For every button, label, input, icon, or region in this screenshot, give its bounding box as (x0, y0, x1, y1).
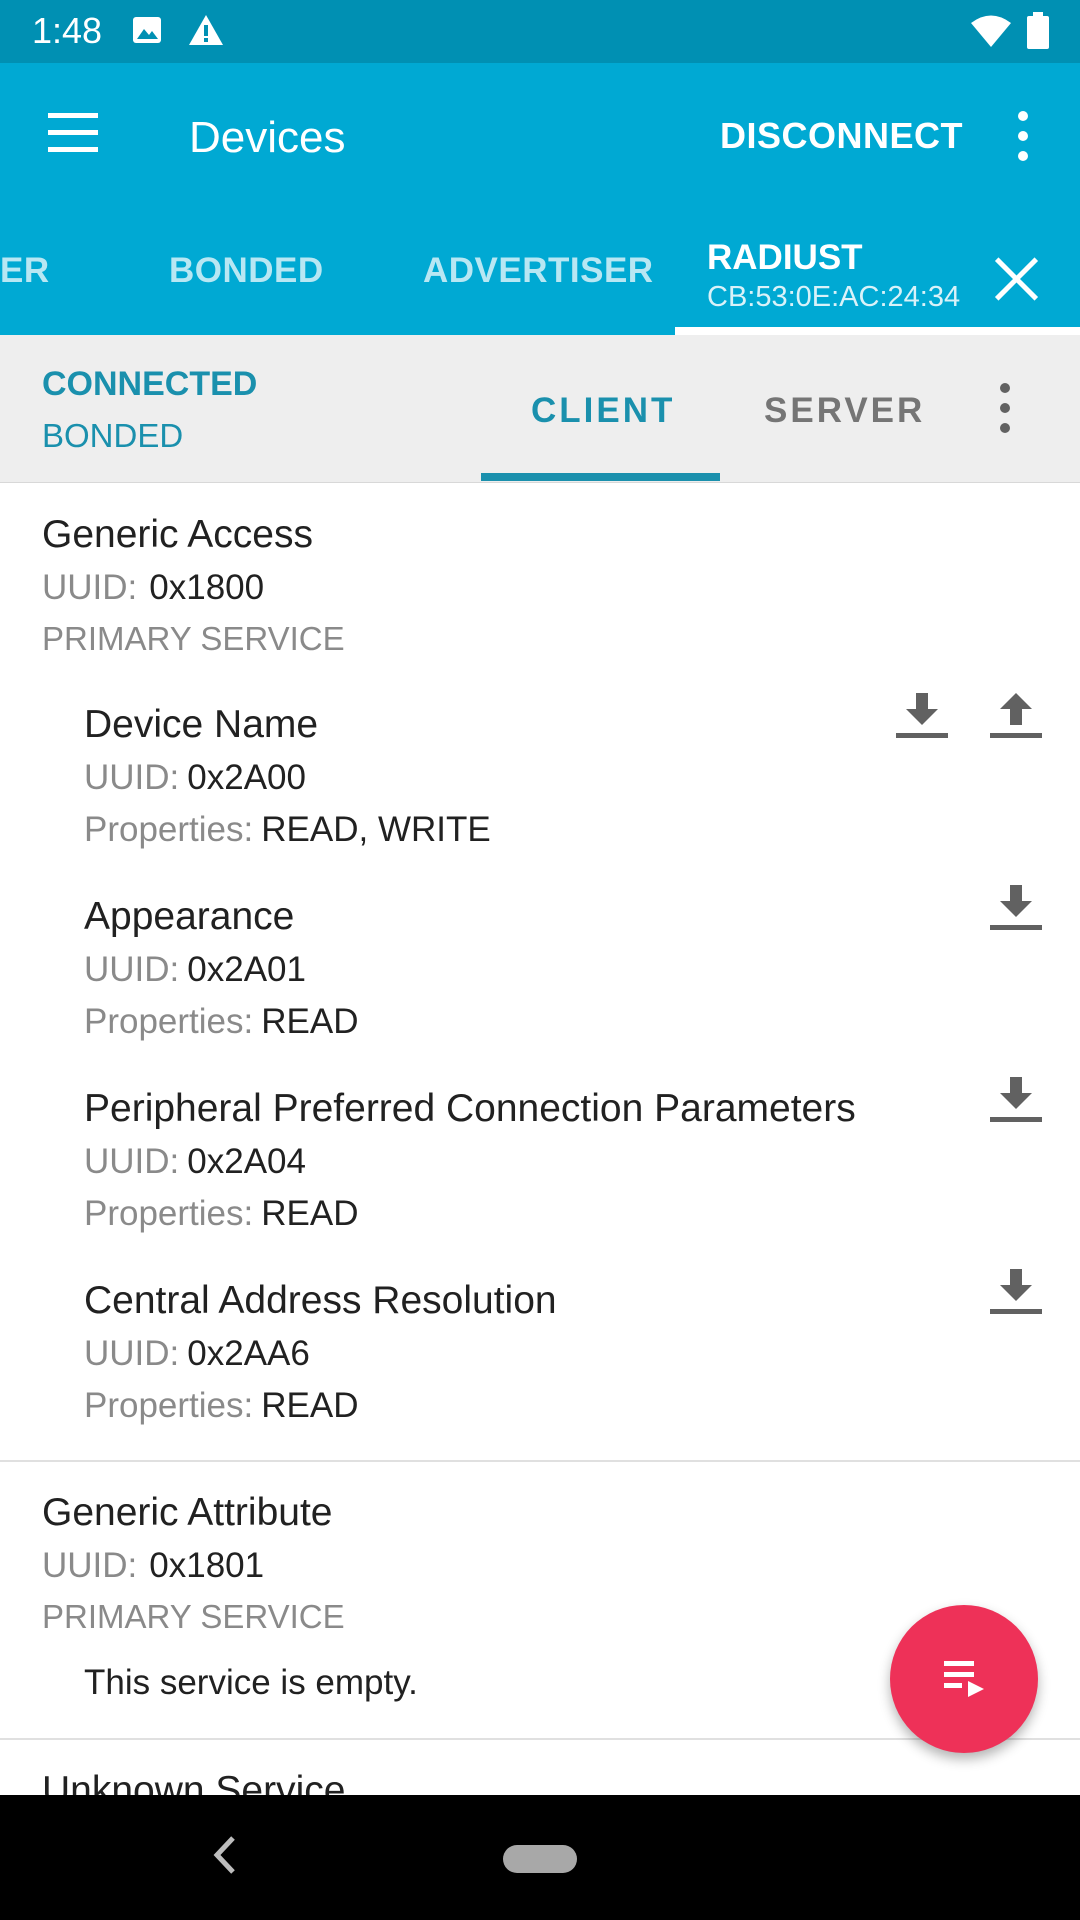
characteristic-uuid: UUID: 0x2A04 (84, 1142, 306, 1182)
download-icon[interactable] (894, 691, 950, 741)
download-icon[interactable] (988, 1267, 1044, 1317)
app-bar: Devices DISCONNECT ER BONDED ADVERTISER … (0, 63, 1080, 335)
wifi-icon (971, 15, 1011, 47)
characteristic-name: Central Address Resolution (84, 1279, 557, 1322)
download-icon[interactable] (988, 1075, 1044, 1125)
download-icon[interactable] (988, 883, 1044, 933)
properties-label: Properties: (84, 1002, 254, 1041)
disconnect-button[interactable]: DISCONNECT (720, 115, 963, 157)
service-name: Generic Access (42, 513, 313, 556)
more-options-icon[interactable] (1008, 106, 1038, 166)
tab-bonded[interactable]: BONDED (169, 251, 324, 291)
connection-status: CONNECTED (42, 365, 258, 403)
properties-value: READ (261, 1194, 359, 1233)
characteristic-uuid: UUID: 0x2A00 (84, 758, 306, 798)
uuid-value: 0x2A04 (187, 1142, 306, 1181)
properties-label: Properties: (84, 1386, 254, 1425)
uuid-value: 0x2A00 (187, 758, 306, 797)
log-fab-button[interactable] (890, 1605, 1038, 1753)
empty-service-message: This service is empty. (84, 1663, 418, 1702)
tab-advertiser[interactable]: ADVERTISER (423, 251, 654, 291)
uuid-label: UUID: (84, 758, 180, 797)
uuid-value: 0x2A01 (187, 950, 306, 989)
more-options-icon[interactable] (990, 378, 1020, 438)
service-name: Generic Attribute (42, 1491, 333, 1534)
connection-bar: CONNECTED BONDED CLIENT SERVER (0, 335, 1080, 483)
uuid-label: UUID: (84, 1334, 180, 1373)
uuid-value: 0x2AA6 (187, 1334, 310, 1373)
service-type: PRIMARY SERVICE (42, 620, 345, 657)
tab-scanner[interactable]: ER (0, 251, 50, 291)
home-button[interactable] (503, 1845, 577, 1873)
back-icon[interactable] (205, 1830, 245, 1880)
properties-value: READ, WRITE (261, 810, 491, 849)
tab-server[interactable]: SERVER (764, 391, 925, 431)
characteristic-name: Device Name (84, 703, 319, 746)
service-type: PRIMARY SERVICE (42, 1598, 345, 1635)
characteristic-name: Appearance (84, 895, 295, 938)
characteristic-properties: Properties: READ, WRITE (84, 810, 491, 850)
uuid-value: 0x1801 (149, 1546, 265, 1585)
service-uuid: UUID: 0x1800 (42, 568, 264, 608)
device-name: RADIUST (707, 238, 863, 277)
characteristic-properties: Properties: READ (84, 1194, 359, 1234)
upload-icon[interactable] (988, 691, 1044, 741)
characteristic-uuid: UUID: 0x2AA6 (84, 1334, 310, 1374)
divider (0, 1460, 1080, 1462)
characteristic-properties: Properties: READ (84, 1386, 359, 1426)
battery-icon (1027, 12, 1049, 49)
menu-icon[interactable] (38, 103, 108, 163)
characteristic-name: Peripheral Preferred Connection Paramete… (84, 1087, 856, 1130)
uuid-label: UUID: (42, 1546, 138, 1585)
uuid-label: UUID: (84, 1142, 180, 1181)
warning-icon (189, 15, 223, 45)
tab-client[interactable]: CLIENT (531, 391, 675, 431)
device-address: CB:53:0E:AC:24:34 (707, 281, 961, 313)
service-name: Unknown Service (42, 1769, 346, 1795)
tab-indicator (675, 327, 1080, 335)
image-icon (133, 17, 161, 43)
properties-label: Properties: (84, 1194, 254, 1233)
uuid-value: 0x1800 (149, 568, 265, 607)
tab-indicator (481, 473, 720, 481)
page-title: Devices (189, 113, 346, 162)
services-list[interactable]: Generic Access UUID: 0x1800 PRIMARY SERVI… (0, 483, 1080, 1795)
playlist-play-icon (944, 1661, 984, 1697)
properties-label: Properties: (84, 810, 254, 849)
status-time: 1:48 (32, 10, 103, 51)
uuid-label: UUID: (84, 950, 180, 989)
characteristic-uuid: UUID: 0x2A01 (84, 950, 306, 990)
uuid-label: UUID: (42, 568, 138, 607)
properties-value: READ (261, 1002, 359, 1041)
characteristic-properties: Properties: READ (84, 1002, 359, 1042)
close-icon[interactable] (992, 255, 1042, 305)
status-bar: 1:48 (0, 0, 1080, 63)
properties-value: READ (261, 1386, 359, 1425)
bond-status: BONDED (42, 417, 184, 454)
divider (0, 1738, 1080, 1740)
service-uuid: UUID: 0x1801 (42, 1546, 264, 1586)
